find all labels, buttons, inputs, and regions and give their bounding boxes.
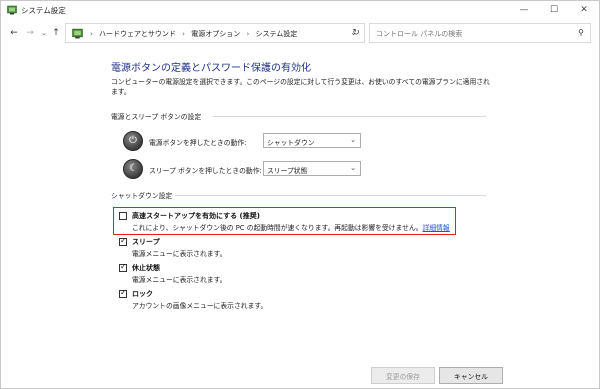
section-divider [175, 195, 486, 196]
sleep-checkbox[interactable]: ✓ [119, 236, 127, 246]
section-title: 電源とスリープ ボタンの設定 [111, 113, 202, 121]
breadcrumb-separator-icon: › [90, 30, 93, 38]
chevron-down-icon: ⌄ [350, 136, 356, 144]
fast-startup-checkbox[interactable] [119, 212, 127, 220]
close-button[interactable]: ✕ [569, 1, 599, 19]
page-description: コンピューターの電源設定を選択できます。このページの設定に対して行う変更は、お使… [111, 78, 490, 96]
search-box[interactable]: ⚲ [369, 23, 591, 43]
checkmark-icon: ✓ [120, 262, 127, 271]
control-panel-icon [7, 5, 17, 15]
breadcrumb-system-settings[interactable]: システム設定 [255, 30, 297, 38]
control-panel-icon [72, 28, 83, 39]
back-arrow-icon[interactable]: ← [7, 26, 21, 40]
search-icon[interactable]: ⚲ [578, 28, 584, 37]
breadcrumb: › ハードウェアとサウンド › 電源オプション › システム設定 [90, 29, 297, 39]
hibernate-checkbox[interactable]: ✓ [119, 262, 127, 272]
section-title: シャットダウン設定 [111, 192, 173, 200]
power-button-label: 電源ボタンを押したときの動作: [149, 139, 247, 147]
checkmark-icon: ✓ [120, 288, 127, 297]
search-input[interactable] [376, 27, 566, 40]
sleep-button-row: ☾ スリープ ボタンを押したときの動作: スリープ状態 ⌄ [123, 159, 463, 181]
maximize-button[interactable]: ☐ [539, 1, 569, 19]
address-bar[interactable]: › ハードウェアとサウンド › 電源オプション › システム設定 ⌄ [65, 23, 365, 43]
chevron-down-icon: ⌄ [350, 164, 356, 172]
forward-arrow-icon[interactable]: → [23, 26, 37, 40]
sleep-button-action-select[interactable]: スリープ状態 ⌄ [263, 161, 361, 176]
section-divider [213, 116, 486, 117]
option-description: これにより、シャットダウン後の PC の起動時間が速くなります。再起動は影響を受… [132, 222, 450, 232]
minimize-button[interactable]: — [509, 1, 539, 19]
checkmark-icon: ✓ [120, 236, 127, 245]
window-title: システム設定 [21, 6, 66, 15]
title-bar: システム設定 — ☐ ✕ [1, 1, 599, 19]
option-description: アカウントの画像メニューに表示されます。 [132, 302, 268, 310]
lock-checkbox[interactable]: ✓ [119, 288, 127, 298]
page-title: 電源ボタンの定義とパスワード保護の有効化 [111, 63, 311, 74]
select-value: シャットダウン [267, 139, 315, 147]
breadcrumb-separator-icon: › [246, 30, 250, 38]
power-buttons-section-header: 電源とスリープ ボタンの設定 [111, 111, 486, 121]
power-button-action-select[interactable]: シャットダウン ⌄ [263, 133, 361, 148]
option-title: スリープ [132, 238, 160, 246]
option-title: 休止状態 [132, 264, 160, 272]
breadcrumb-separator-icon: › [182, 30, 185, 38]
refresh-icon[interactable]: ↻ [347, 24, 365, 42]
sleep-button-icon: ☾ [123, 159, 143, 179]
system-settings-window: システム設定 — ☐ ✕ ← → ⌄ ↑ › ハードウェアとサウンド › 電源オ… [0, 0, 600, 389]
breadcrumb-power-options[interactable]: 電源オプション [191, 30, 240, 38]
option-description: 電源メニューに表示されます。 [132, 250, 227, 258]
up-arrow-icon[interactable]: ↑ [49, 26, 63, 40]
power-button-icon: ⏻ [123, 131, 143, 151]
option-description: 電源メニューに表示されます。 [132, 276, 227, 284]
cancel-button[interactable]: キャンセル [439, 367, 503, 384]
select-value: スリープ状態 [267, 167, 308, 175]
sleep-button-label: スリープ ボタンを押したときの動作: [149, 167, 262, 175]
power-button-row: ⏻ 電源ボタンを押したときの動作: シャットダウン ⌄ [123, 131, 463, 153]
save-changes-button[interactable]: 変更の保存 [371, 367, 435, 384]
option-description-text: これにより、シャットダウン後の PC の起動時間が速くなります。再起動は影響を受… [132, 224, 423, 232]
shutdown-section-header: シャットダウン設定 [111, 190, 486, 200]
breadcrumb-hardware-sound[interactable]: ハードウェアとサウンド [99, 30, 176, 38]
option-title: 高速スタートアップを有効にする (推奨) [132, 212, 260, 220]
navigation-bar: ← → ⌄ ↑ › ハードウェアとサウンド › 電源オプション › システム設定… [1, 19, 599, 47]
more-info-link[interactable]: 詳細情報 [423, 224, 450, 232]
option-title: ロック [132, 290, 153, 298]
